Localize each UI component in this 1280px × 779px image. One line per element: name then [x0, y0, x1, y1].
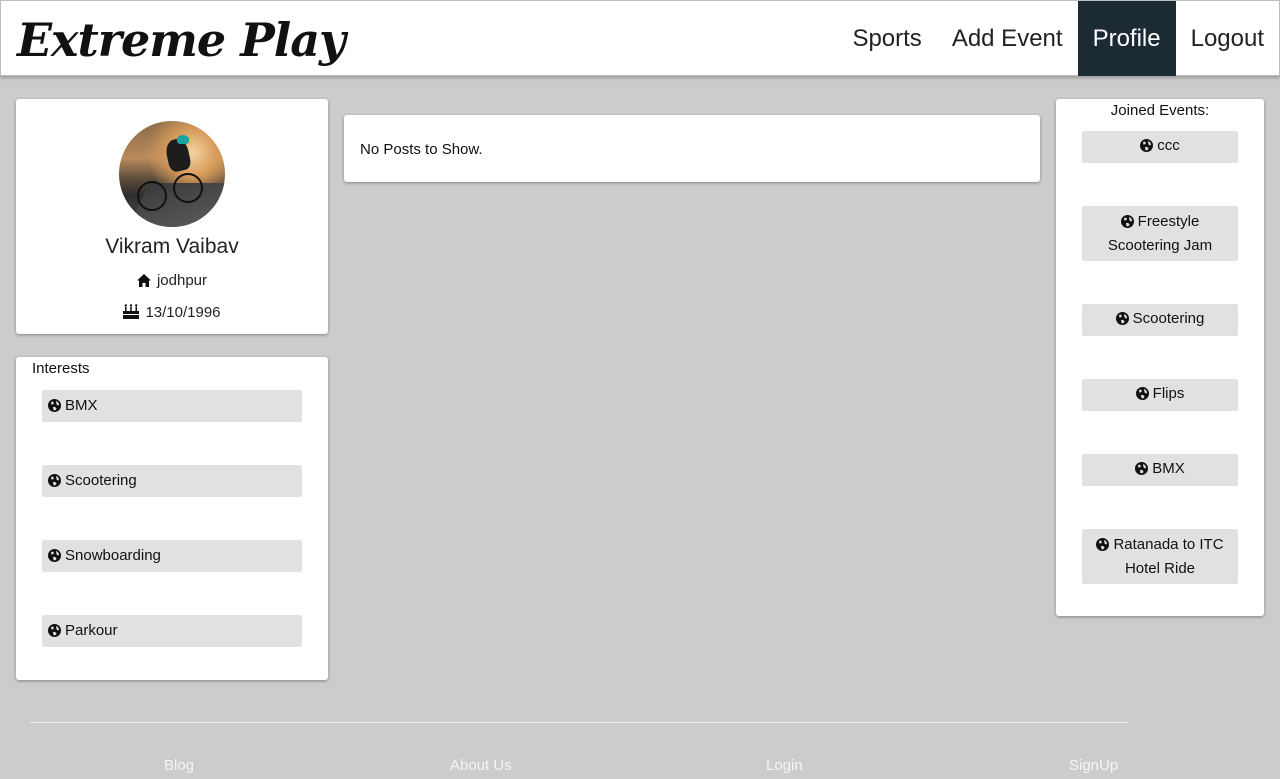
event-chip-ratanada-to-itc-hotel-ride[interactable]: Ratanada to ITC Hotel Ride [1082, 529, 1238, 584]
nav-logout-link[interactable]: Logout [1176, 1, 1279, 76]
event-label: Ratanada to ITC Hotel Ride [1113, 535, 1224, 577]
event-label: BMX [1152, 460, 1185, 477]
globe-icon [48, 392, 61, 424]
interests-card: Interests BMX Scootering Snowboarding Pa… [16, 357, 328, 680]
event-label: Scootering [1132, 310, 1205, 327]
event-chip-scootering[interactable]: Scootering [1082, 304, 1238, 336]
interest-label: Scootering [65, 472, 137, 489]
event-chip-flips[interactable]: Flips [1082, 379, 1238, 411]
event-chip-ccc[interactable]: ccc [1082, 131, 1238, 163]
nav-profile-link[interactable]: Profile [1077, 1, 1176, 76]
globe-icon [1140, 137, 1154, 159]
globe-icon [1120, 213, 1134, 235]
nav-sports-link[interactable]: Sports [837, 1, 936, 76]
navbar: Extreme Play Sports Add Event Profile Lo… [0, 0, 1280, 76]
event-chip-freestyle-scootering-jam[interactable]: Freestyle Scootering Jam [1082, 206, 1238, 261]
interest-chip-scootering[interactable]: Scootering [42, 465, 302, 497]
footer-signup-link[interactable]: SignUp [1069, 757, 1118, 774]
brand-logo[interactable]: Extreme Play [17, 5, 346, 75]
footer-divider [30, 722, 1128, 723]
posts-card: No Posts to Show. [344, 115, 1040, 182]
interest-chip-parkour[interactable]: Parkour [42, 615, 302, 647]
nav-links: Sports Add Event Profile Logout [837, 1, 1279, 76]
avatar [119, 121, 225, 227]
footer-blog-link[interactable]: Blog [164, 757, 194, 774]
profile-city: jodhpur [16, 272, 328, 291]
globe-icon [1096, 536, 1110, 558]
globe-icon [48, 467, 61, 499]
interest-label: Parkour [65, 622, 118, 639]
globe-icon [48, 542, 61, 574]
footer-about-us-link[interactable]: About Us [450, 757, 512, 774]
globe-icon [1135, 385, 1149, 407]
interest-chip-bmx[interactable]: BMX [42, 390, 302, 422]
home-icon [136, 274, 151, 291]
interest-label: Snowboarding [65, 547, 161, 564]
profile-city-text: jodhpur [156, 272, 208, 289]
birthday-cake-icon [123, 304, 140, 323]
nav-add-event-link[interactable]: Add Event [937, 1, 1078, 76]
profile-dob-text: 13/10/1996 [145, 304, 221, 321]
profile-dob: 13/10/1996 [16, 304, 328, 323]
profile-name: Vikram Vaibav [105, 235, 239, 258]
joined-events-title: Joined Events: [1110, 102, 1210, 119]
event-label: Flips [1152, 385, 1185, 402]
joined-events-card: Joined Events: ccc Freestyle Scootering … [1056, 99, 1264, 616]
footer-login-link[interactable]: Login [766, 757, 803, 774]
interest-chip-snowboarding[interactable]: Snowboarding [42, 540, 302, 572]
globe-icon [1135, 460, 1149, 482]
event-chip-bmx[interactable]: BMX [1082, 454, 1238, 486]
interests-title: Interests [32, 360, 90, 377]
interest-label: BMX [65, 397, 98, 414]
profile-card: Vikram Vaibav jodhpur 13/10/1996 [16, 99, 328, 334]
no-posts-message: No Posts to Show. [360, 141, 483, 158]
event-label: ccc [1157, 137, 1180, 154]
globe-icon [48, 617, 61, 649]
globe-icon [1115, 310, 1129, 332]
